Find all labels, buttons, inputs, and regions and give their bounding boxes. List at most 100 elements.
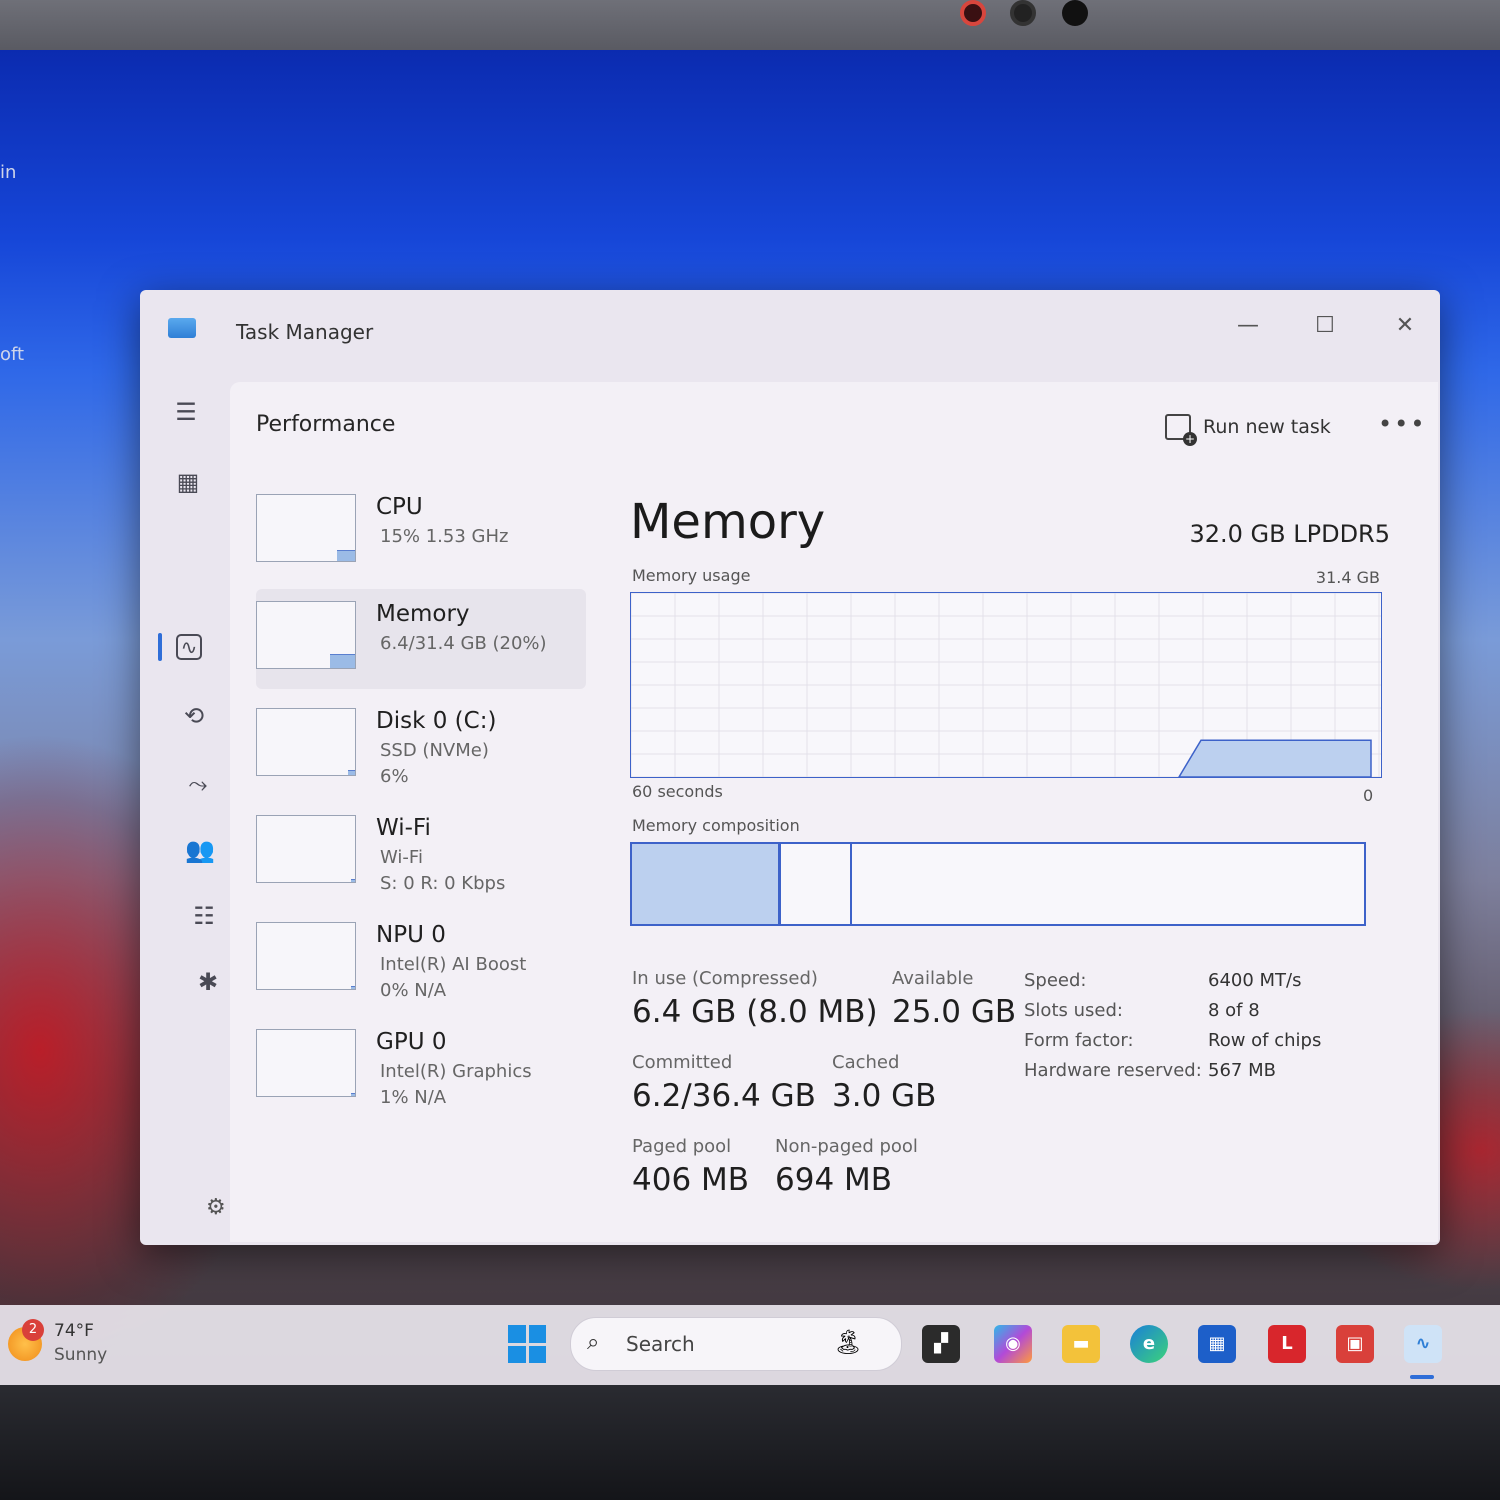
app-history-icon[interactable]: ⟲ (178, 700, 210, 732)
task-manager-app-icon (168, 318, 196, 338)
start-logo-tile (508, 1325, 526, 1343)
resource-item[interactable]: Wi-Fi Wi-Fi S: 0 R: 0 Kbps (256, 803, 586, 903)
processes-icon[interactable]: ▦ (172, 466, 204, 498)
nav-rail: ☰ ▦ ∿ ⟲ ⤳ 👥 ☷ ✱ (140, 380, 228, 1240)
weather-condition[interactable]: Sunny (54, 1345, 107, 1365)
slots-used-value: 8 of 8 (1208, 1000, 1260, 1021)
memory-usage-graph (630, 592, 1382, 778)
minimize-button[interactable]: — (1228, 308, 1268, 344)
resource-thumbnail-graph (256, 601, 356, 669)
file-explorer-icon[interactable]: ▬ (1062, 1325, 1100, 1363)
resource-thumbnail-graph (256, 708, 356, 776)
performance-icon[interactable]: ∿ (176, 634, 202, 660)
thumbnail-fill (348, 770, 355, 775)
search-highlight-icon: 🏝 (833, 1328, 864, 1356)
cached-label: Cached (832, 1052, 900, 1073)
more-options-icon[interactable]: ••• (1378, 410, 1426, 438)
thumbnail-fill (351, 986, 355, 989)
available-label: Available (892, 968, 974, 989)
run-task-label: Run new task (1203, 416, 1331, 438)
thumbnail-fill (351, 1093, 355, 1096)
resource-name: GPU 0 (376, 1029, 447, 1055)
composition-standby[interactable] (781, 844, 852, 924)
start-logo-tile (508, 1345, 526, 1363)
speed-label: Speed: (1024, 970, 1087, 991)
start-button[interactable] (508, 1325, 546, 1363)
composition-label: Memory composition (632, 816, 800, 835)
resource-item[interactable]: CPU 15% 1.53 GHz (256, 482, 586, 582)
search-icon: ⌕ (587, 1330, 600, 1355)
title-bar[interactable]: Task Manager — ☐ ✕ (140, 290, 1440, 360)
paged-pool-label: Paged pool (632, 1136, 732, 1157)
start-logo-tile (528, 1345, 546, 1363)
run-new-task-button[interactable]: Run new task (1165, 414, 1331, 446)
services-icon[interactable]: ✱ (192, 966, 224, 998)
office-app-icon[interactable]: ▣ (1336, 1325, 1374, 1363)
edge-browser-icon[interactable]: e (1130, 1325, 1168, 1363)
resource-item[interactable]: Memory 6.4/31.4 GB (20%) (256, 589, 586, 689)
memory-composition-bar (630, 842, 1366, 926)
form-factor-value: Row of chips (1208, 1030, 1322, 1051)
memory-detail-panel: Memory 32.0 GB LPDDR5 Memory usage 31.4 … (630, 482, 1410, 1242)
m365-copilot-icon[interactable]: ◉ (994, 1325, 1032, 1363)
camera-sensor-icon (1010, 0, 1036, 26)
close-button[interactable]: ✕ (1385, 308, 1425, 344)
resource-detail: 0% N/A (380, 980, 447, 1001)
resource-detail: Intel(R) AI Boost (380, 954, 527, 975)
resource-name: Memory (376, 601, 470, 627)
startup-apps-icon[interactable]: ⤳ (182, 768, 214, 800)
resource-detail: Intel(R) Graphics (380, 1061, 532, 1082)
window-title: Task Manager (236, 320, 374, 344)
weather-badge: 2 (22, 1319, 44, 1341)
cached-value: 3.0 GB (832, 1078, 937, 1114)
start-logo-tile (528, 1325, 546, 1343)
thumbnail-fill (351, 879, 355, 882)
resource-detail: SSD (NVMe) (380, 740, 489, 761)
resource-thumbnail-graph (256, 1029, 356, 1097)
hardware-reserved-value: 567 MB (1208, 1060, 1276, 1081)
settings-icon[interactable]: ⚙ (206, 1195, 226, 1220)
committed-label: Committed (632, 1052, 733, 1073)
resource-name: NPU 0 (376, 922, 446, 948)
desktop-icon-label: in (0, 162, 17, 183)
details-icon[interactable]: ☷ (188, 900, 220, 932)
camera-led-icon (960, 0, 986, 26)
page-title: Performance (256, 412, 396, 437)
maximize-button[interactable]: ☐ (1305, 308, 1345, 344)
composition-in-use[interactable] (632, 844, 781, 924)
resource-thumbnail-graph (256, 494, 356, 562)
nonpaged-pool-label: Non-paged pool (775, 1136, 918, 1157)
taskbar-search[interactable]: ⌕ Search 🏝 (570, 1317, 902, 1371)
active-app-indicator (1410, 1375, 1434, 1379)
resource-item[interactable]: NPU 0 Intel(R) AI Boost 0% N/A (256, 910, 586, 1010)
task-manager-taskbar-icon[interactable]: ∿ (1404, 1325, 1442, 1363)
taskbar: 2 74°F Sunny ⌕ Search 🏝 ▞ ◉ ▬ e ▦ L ▣ ∿ (0, 1305, 1500, 1385)
hardware-reserved-label: Hardware reserved: (1024, 1060, 1202, 1081)
memory-heading: Memory (630, 494, 826, 550)
monitor-bezel-bottom (0, 1385, 1500, 1500)
resource-detail: 1% N/A (380, 1087, 447, 1108)
performance-page: Performance Run new task ••• CPU 15% 1.53… (230, 382, 1438, 1242)
lenovo-app-icon[interactable]: L (1268, 1325, 1306, 1363)
selected-nav-indicator (158, 633, 162, 661)
paged-pool-value: 406 MB (632, 1162, 750, 1198)
weather-temperature[interactable]: 74°F (54, 1321, 94, 1341)
resource-name: Disk 0 (C:) (376, 708, 497, 734)
hamburger-icon[interactable]: ☰ (170, 396, 202, 428)
resource-name: CPU (376, 494, 423, 520)
camera-lens-icon (1062, 0, 1088, 26)
resource-item[interactable]: GPU 0 Intel(R) Graphics 1% N/A (256, 1017, 586, 1117)
task-view-icon[interactable]: ▞ (922, 1325, 960, 1363)
resource-detail: 6% (380, 766, 409, 787)
slots-used-label: Slots used: (1024, 1000, 1123, 1021)
speed-value: 6400 MT/s (1208, 970, 1302, 991)
graph-time-label: 60 seconds (632, 782, 723, 801)
microsoft-store-icon[interactable]: ▦ (1198, 1325, 1236, 1363)
resource-item[interactable]: Disk 0 (C:) SSD (NVMe) 6% (256, 696, 586, 796)
resource-detail: 15% 1.53 GHz (380, 526, 509, 547)
resource-thumbnail-graph (256, 815, 356, 883)
users-icon[interactable]: 👥 (184, 834, 216, 866)
thumbnail-fill (337, 550, 355, 561)
usage-graph-label: Memory usage (632, 566, 751, 585)
usage-graph-svg (631, 593, 1381, 777)
